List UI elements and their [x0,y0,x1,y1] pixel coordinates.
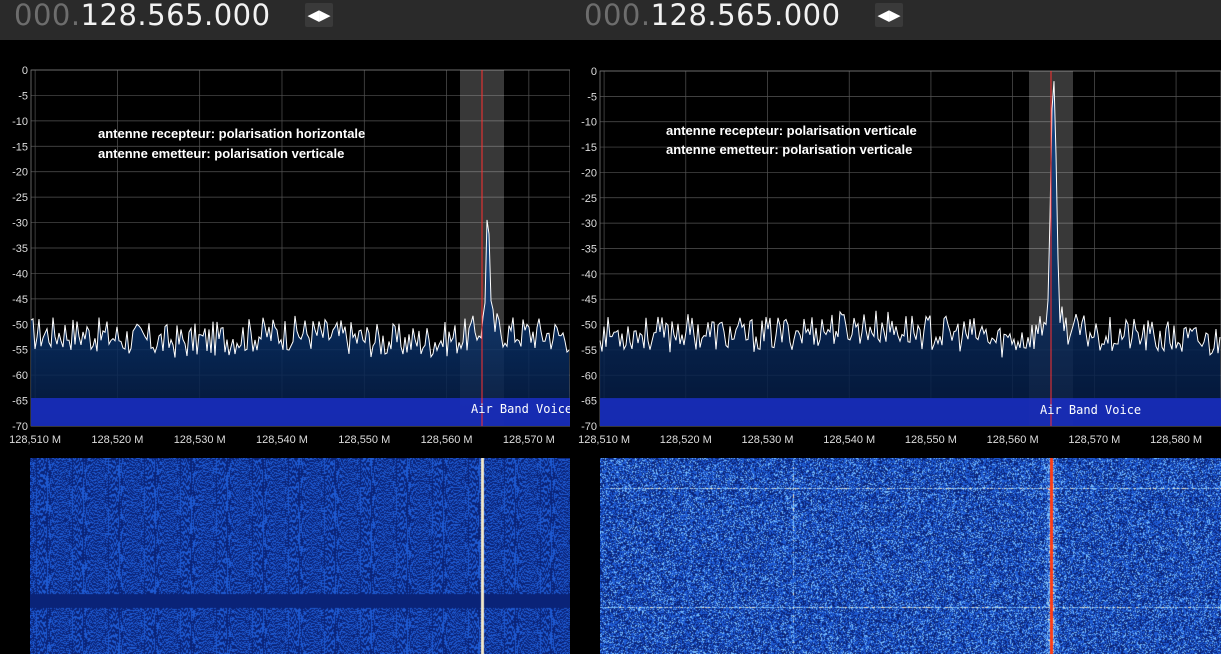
tuning-step-arrows-icon[interactable]: ◀▶ [305,3,333,27]
y-tick-label: -10 [581,117,597,129]
sdr-panel-right: 000.128.565.000 ◀▶ 0 -5 -10 -15 -20 -25 -30 -35… [570,0,1221,654]
waterfall-image [30,458,570,654]
y-tick-label: -65 [12,396,28,408]
x-tick-label: 128,560 M [987,434,1039,446]
y-tick-label: -5 [587,91,597,103]
frequency-display[interactable]: 000.128.565.000 [14,0,271,40]
y-tick-label: -15 [12,141,28,153]
sdr-panel-left: 000.128.565.000 ◀▶ 0 -5 -10 -15 -20 -25 -30 -35… [0,0,570,654]
x-tick-label: 128,540 M [823,434,875,446]
y-tick-label: -55 [12,345,28,357]
y-tick-label: -20 [581,167,597,179]
y-tick-label: -60 [581,370,597,382]
frequency-value: 128.565.000 [80,0,271,32]
y-tick-label: -70 [581,421,597,433]
y-tick-label: -35 [12,243,28,255]
x-tick-label: 128,580 M [1150,434,1202,446]
annotation-line-1: antenne recepteur: polarisation horizont… [98,126,365,141]
y-tick-label: -40 [581,269,597,281]
y-tick-label: -70 [12,421,28,433]
x-tick-label: 128,520 M [91,434,143,446]
spectrum-plot: 0 -5 -10 -15 -20 -25 -30 -35 -40 -45 -50 -55 -60 -65 -… [578,66,1221,446]
y-tick-label: -40 [12,268,28,280]
x-tick-label: 128,530 M [174,434,226,446]
annotation-line-2: antenne emetteur: polarisation verticale [666,142,912,157]
spectrum-view[interactable]: 0 -5 -10 -15 -20 -25 -30 -35 -40 -45 -50 -55 -60 -65 -… [0,40,570,456]
y-tick-label: -45 [12,294,28,306]
x-tick-label: 128,520 M [660,434,712,446]
y-tick-label: -30 [581,218,597,230]
y-tick-label: 0 [591,66,597,78]
y-tick-label: -10 [12,116,28,128]
waterfall-view[interactable] [570,458,1221,654]
x-tick-label: 128,530 M [742,434,794,446]
x-tick-label: 128,560 M [421,434,473,446]
annotation-line-1: antenne recepteur: polarisation vertical… [666,123,917,138]
y-tick-label: -35 [581,244,597,256]
y-tick-label: -50 [12,319,28,331]
x-tick-label: 128,570 M [1068,434,1120,446]
x-tick-label: 128,510 M [578,434,630,446]
y-tick-label: -20 [12,167,28,179]
spectrum-view[interactable]: 0 -5 -10 -15 -20 -25 -30 -35 -40 -45 -50 -55 -60 -65 -… [570,40,1221,456]
y-tick-label: -60 [12,370,28,382]
frequency-bar: 000.128.565.000 ◀▶ [0,0,570,40]
annotation-line-2: antenne emetteur: polarisation verticale [98,146,344,161]
x-tick-label: 128,550 M [905,434,957,446]
y-tick-label: -15 [581,142,597,154]
x-tick-label: 128,550 M [338,434,390,446]
y-tick-label: -65 [581,396,597,408]
frequency-value: 128.565.000 [650,0,841,32]
y-tick-label: -25 [12,192,28,204]
y-tick-label: 0 [22,65,28,77]
band-label: Air Band Voice [1040,403,1141,417]
x-tick-label: 128,540 M [256,434,308,446]
y-tick-label: -55 [581,345,597,357]
y-tick-label: -30 [12,218,28,230]
frequency-prefix: 000. [14,0,81,32]
waterfall-view[interactable] [0,458,570,654]
frequency-bar: 000.128.565.000 ◀▶ [570,0,1221,40]
y-tick-label: -5 [18,90,28,102]
y-tick-label: -25 [581,193,597,205]
y-tick-label: -45 [581,294,597,306]
x-tick-label: 128,510 M [9,434,61,446]
x-tick-label: 128,570 M [503,434,555,446]
tuning-step-arrows-icon[interactable]: ◀▶ [875,3,903,27]
frequency-display[interactable]: 000.128.565.000 [584,0,841,40]
frequency-prefix: 000. [584,0,651,32]
waterfall-image [600,458,1221,654]
spectrum-plot: 0 -5 -10 -15 -20 -25 -30 -35 -40 -45 -50 -55 -60 -65 -… [9,65,570,446]
band-label: Air Band Voice [471,402,570,416]
y-tick-label: -50 [581,320,597,332]
